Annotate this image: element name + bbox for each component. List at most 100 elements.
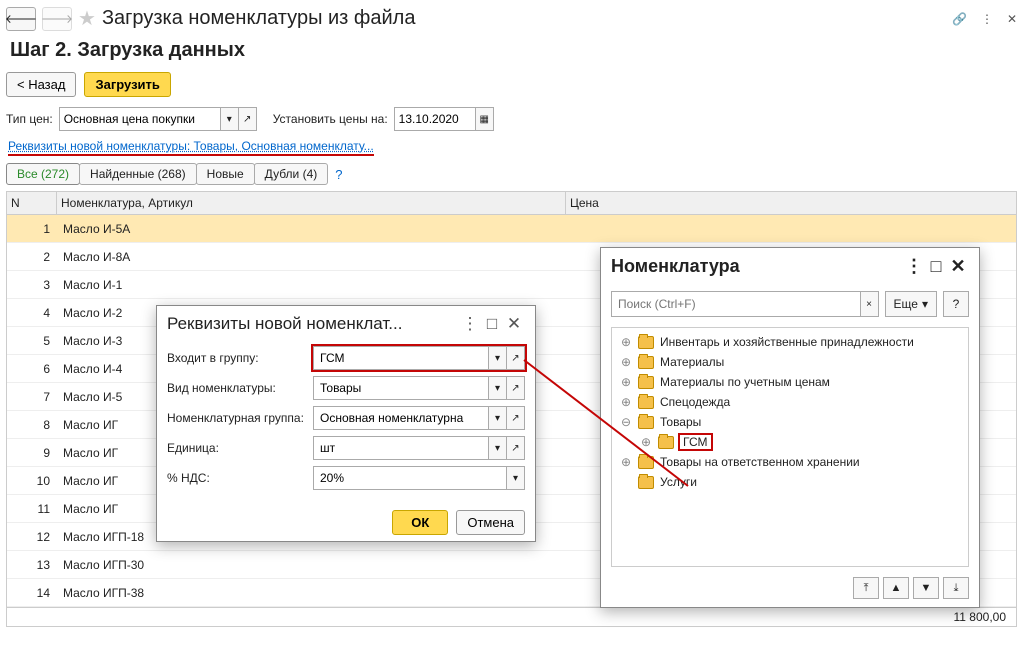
- open-icon[interactable]: ↗: [506, 347, 524, 369]
- table-row[interactable]: 1Масло И-5А: [7, 215, 1016, 243]
- dropdown-icon[interactable]: ▾: [488, 437, 506, 459]
- clear-icon[interactable]: ×: [860, 292, 878, 316]
- search-input[interactable]: [612, 292, 860, 316]
- step-title: Шаг 2. Загрузка данных: [10, 39, 1017, 62]
- unit-input[interactable]: [314, 437, 488, 459]
- help-button[interactable]: ?: [943, 291, 969, 317]
- set-prices-label: Установить цены на:: [273, 112, 388, 126]
- tree-item[interactable]: ⊖Товары: [616, 412, 964, 432]
- open-icon[interactable]: ↗: [506, 377, 524, 399]
- help-icon[interactable]: ?: [335, 167, 342, 182]
- folder-icon: [638, 416, 654, 429]
- expand-icon[interactable]: ⊕: [640, 435, 652, 449]
- expand-icon[interactable]: ⊕: [620, 455, 632, 469]
- calendar-icon[interactable]: ▦: [475, 108, 493, 130]
- scroll-top-icon[interactable]: ⤒: [853, 577, 879, 599]
- nomgroup-field[interactable]: ▾ ↗: [313, 406, 525, 430]
- tree-item[interactable]: Услуги: [616, 472, 964, 492]
- expand-icon[interactable]: ⊕: [620, 335, 632, 349]
- dialog-title: Реквизиты новой номенклат...: [167, 314, 459, 334]
- back-button[interactable]: < Назад: [6, 72, 76, 97]
- popup-close-icon[interactable]: ✕: [947, 256, 969, 277]
- row-n: 5: [7, 332, 57, 350]
- search-field[interactable]: ×: [611, 291, 879, 317]
- kind-field[interactable]: ▾ ↗: [313, 376, 525, 400]
- row-n: 2: [7, 248, 57, 266]
- price-type-input[interactable]: [60, 108, 220, 130]
- tree-item[interactable]: ⊕Товары на ответственном хранении: [616, 452, 964, 472]
- dropdown-icon[interactable]: ▾: [506, 467, 524, 489]
- tab-dupes[interactable]: Дубли (4): [254, 163, 329, 185]
- nomgroup-input[interactable]: [314, 407, 488, 429]
- date-field[interactable]: ▦: [394, 107, 494, 131]
- dropdown-icon[interactable]: ▾: [488, 407, 506, 429]
- nomenclature-popup: Номенклатура ⋮ □ ✕ × Еще▾ ? ⊕Инвентарь и…: [600, 247, 980, 608]
- tree-item[interactable]: ⊕Материалы по учетным ценам: [616, 372, 964, 392]
- tree-label: ГСМ: [680, 435, 711, 449]
- ok-button[interactable]: ОК: [392, 510, 448, 535]
- tree-item[interactable]: ⊕ Материалы: [616, 352, 964, 372]
- row-n: 4: [7, 304, 57, 322]
- expand-icon[interactable]: ⊖: [620, 415, 632, 429]
- tree-label: Спецодежда: [660, 395, 730, 409]
- row-n: 6: [7, 360, 57, 378]
- vat-input[interactable]: [314, 467, 506, 489]
- tab-all[interactable]: Все (272): [6, 163, 80, 185]
- open-icon[interactable]: ↗: [238, 108, 256, 130]
- row-name: Масло ИГП-30: [57, 556, 566, 574]
- more-button[interactable]: Еще▾: [885, 291, 937, 317]
- col-price: Цена: [566, 192, 1016, 214]
- nomenclature-tree[interactable]: ⊕ Инвентарь и хозяйственные принадлежност…: [611, 327, 969, 567]
- tab-new[interactable]: Новые: [196, 163, 255, 185]
- row-name: Масло И-8А: [57, 248, 566, 266]
- vat-field[interactable]: ▾: [313, 466, 525, 490]
- group-field[interactable]: ▾ ↗: [313, 346, 525, 370]
- group-input[interactable]: [314, 347, 488, 369]
- expand-icon[interactable]: ⊕: [620, 355, 632, 369]
- kind-input[interactable]: [314, 377, 488, 399]
- favorite-icon[interactable]: ★: [78, 6, 96, 31]
- tree-item[interactable]: ⊕ ГСМ: [616, 432, 964, 452]
- footer-total: 11 800,00: [954, 610, 1007, 624]
- requisites-link[interactable]: Реквизиты новой номенклатуры: Товары, Ос…: [8, 139, 374, 156]
- tree-item[interactable]: ⊕ Спецодежда: [616, 392, 964, 412]
- popup-kebab-icon[interactable]: ⋮: [903, 256, 925, 277]
- dropdown-icon[interactable]: ▾: [220, 108, 238, 130]
- group-label: Входит в группу:: [167, 351, 307, 365]
- load-button[interactable]: Загрузить: [84, 72, 170, 97]
- expand-icon[interactable]: ⊕: [620, 395, 632, 409]
- row-n: 7: [7, 388, 57, 406]
- row-name: Масло И-5А: [57, 220, 566, 238]
- tree-label: Материалы: [660, 355, 724, 369]
- folder-icon: [658, 436, 674, 449]
- nav-forward[interactable]: 🡒: [42, 7, 72, 31]
- unit-field[interactable]: ▾ ↗: [313, 436, 525, 460]
- link-icon[interactable]: 🔗: [952, 12, 967, 26]
- dialog-close-icon[interactable]: ✕: [503, 314, 525, 334]
- page-title: Загрузка номенклатуры из файла: [102, 7, 416, 30]
- tree-label: Инвентарь и хозяйственные принадлежности: [660, 335, 914, 349]
- kebab-icon[interactable]: ⋮: [981, 12, 993, 26]
- scroll-up-icon[interactable]: ▲: [883, 577, 909, 599]
- cancel-button[interactable]: Отмена: [456, 510, 525, 535]
- date-input[interactable]: [395, 108, 475, 130]
- open-icon[interactable]: ↗: [506, 437, 524, 459]
- dialog-restore-icon[interactable]: □: [481, 314, 503, 334]
- tab-found[interactable]: Найденные (268): [79, 163, 197, 185]
- tree-item[interactable]: ⊕ Инвентарь и хозяйственные принадлежност…: [616, 332, 964, 352]
- col-n: N: [7, 192, 57, 214]
- dropdown-icon[interactable]: ▾: [488, 347, 506, 369]
- nav-back[interactable]: 🡐: [6, 7, 36, 31]
- scroll-bottom-icon[interactable]: ⤓: [943, 577, 969, 599]
- close-icon[interactable]: ✕: [1007, 12, 1017, 26]
- price-type-combo[interactable]: ▾ ↗: [59, 107, 257, 131]
- scroll-down-icon[interactable]: ▼: [913, 577, 939, 599]
- folder-icon: [638, 396, 654, 409]
- popup-restore-icon[interactable]: □: [925, 256, 947, 277]
- folder-icon: [638, 336, 654, 349]
- dialog-kebab-icon[interactable]: ⋮: [459, 314, 481, 334]
- nomgroup-label: Номенклатурная группа:: [167, 411, 307, 425]
- open-icon[interactable]: ↗: [506, 407, 524, 429]
- dropdown-icon[interactable]: ▾: [488, 377, 506, 399]
- expand-icon[interactable]: ⊕: [620, 375, 632, 389]
